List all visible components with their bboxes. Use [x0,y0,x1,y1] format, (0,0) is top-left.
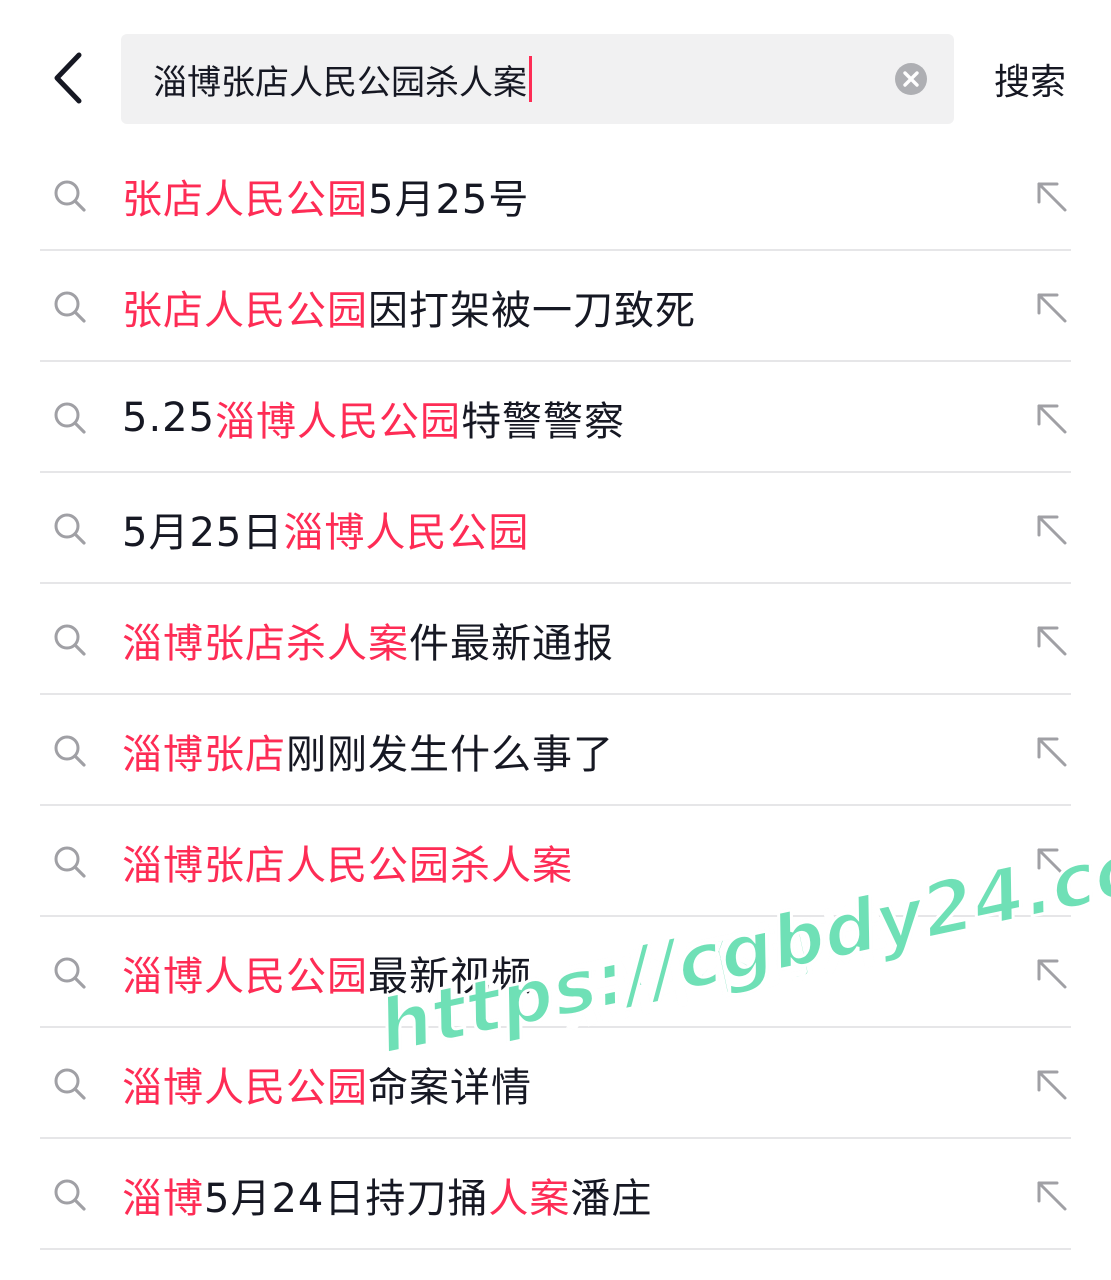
suggestion-item[interactable]: 淄博人民公园 命案详情 [0,1028,1111,1139]
clear-circle-icon[interactable] [894,62,928,96]
suggestion-segment: 件最新通报 [409,620,614,667]
search-icon [54,1068,86,1100]
suggestion-item[interactable]: 淄博张店杀人案 件最新通报 [0,584,1111,695]
suggestion-segment: 命案详情 [368,1064,532,1111]
suggestion-item[interactable]: 5.25 淄博人民公园 特警警察 [0,362,1111,473]
suggestion-segment: 5月25号 [368,176,530,223]
suggestion-item[interactable]: 淄博人民公园 最新视频 [0,917,1111,1028]
fill-query-arrow-icon[interactable] [1031,953,1071,993]
fill-query-arrow-icon[interactable] [1031,620,1071,660]
suggestion-text: 淄博人民公园 最新视频 [122,917,532,1028]
highlighted-match: 淄博人民公园 [283,509,530,556]
suggestion-text: 淄博 5月24日持刀捅 人案 潘庄 [122,1139,652,1250]
search-query: 淄博张店人民公园杀人案 [153,62,527,103]
suggestion-segment: 5月24日持刀捅 [204,1175,489,1222]
search-icon [54,291,86,323]
highlighted-match: 淄博张店杀人案 [122,620,409,667]
back-button[interactable] [40,50,96,106]
suggestion-text: 淄博张店杀人案 件最新通报 [122,584,614,695]
search-icon [54,957,86,989]
suggestion-text: 5月25日 淄博人民公园 [122,473,529,584]
search-box[interactable]: 淄博张店人民公园杀人案 [121,34,954,124]
highlighted-match: 淄博人民公园 [122,1064,368,1111]
suggestion-list: 张店人民公园 5月25号 张店人民公园 因打架被一刀致死 5.25 淄博人民公园 特警警察 5… [0,140,1111,1250]
suggestion-segment: 最新视频 [368,953,532,1000]
suggestion-segment: 刚刚发生什么事了 [286,731,614,778]
text-caret [529,56,532,102]
suggestion-segment: 潘庄 [570,1175,653,1222]
highlighted-match: 张店人民公园 [122,176,368,223]
suggestion-segment: 5.25 [122,394,216,441]
highlighted-match: 张店人民公园 [122,287,368,334]
suggestion-segment: 特警警察 [461,398,626,445]
search-icon [54,402,86,434]
highlighted-match: 淄博人民公园 [122,953,368,1000]
divider [40,1248,1071,1250]
search-icon [54,735,86,767]
search-icon [54,1179,86,1211]
suggestion-text: 淄博张店 刚刚发生什么事了 [122,695,614,806]
highlighted-match: 人案 [488,1175,571,1222]
suggestion-text: 张店人民公园 因打架被一刀致死 [122,251,696,362]
suggestion-item[interactable]: 张店人民公园 因打架被一刀致死 [0,251,1111,362]
highlighted-match: 淄博张店人民公园杀人案 [122,842,573,889]
suggestion-item[interactable]: 淄博张店人民公园杀人案 [0,806,1111,917]
search-header: 淄博张店人民公园杀人案 搜索 [0,0,1111,140]
search-icon [54,180,86,212]
search-icon [54,624,86,656]
search-button[interactable]: 搜索 [994,34,1066,124]
suggestion-text: 淄博张店人民公园杀人案 [122,806,573,917]
search-icon [54,513,86,545]
fill-query-arrow-icon[interactable] [1031,1175,1071,1215]
fill-query-arrow-icon[interactable] [1031,287,1071,327]
fill-query-arrow-icon[interactable] [1031,509,1071,549]
fill-query-arrow-icon[interactable] [1031,1064,1071,1104]
suggestion-text: 张店人民公园 5月25号 [122,140,529,251]
highlighted-match: 淄博 [122,1175,204,1222]
suggestion-segment: 5月25日 [122,509,284,556]
search-input[interactable]: 淄博张店人民公园杀人案 [153,34,532,124]
fill-query-arrow-icon[interactable] [1031,731,1071,771]
search-icon [54,846,86,878]
suggestion-item[interactable]: 张店人民公园 5月25号 [0,140,1111,251]
suggestion-segment: 因打架被一刀致死 [368,287,696,334]
suggestion-text: 5.25 淄博人民公园 特警警察 [122,362,625,473]
highlighted-match: 淄博人民公园 [215,398,462,445]
fill-query-arrow-icon[interactable] [1031,842,1071,882]
fill-query-arrow-icon[interactable] [1031,398,1071,438]
fill-query-arrow-icon[interactable] [1031,176,1071,216]
suggestion-item[interactable]: 淄博张店 刚刚发生什么事了 [0,695,1111,806]
suggestion-item[interactable]: 淄博 5月24日持刀捅 人案 潘庄 [0,1139,1111,1250]
chevron-left-icon [54,52,82,104]
suggestion-item[interactable]: 5月25日 淄博人民公园 [0,473,1111,584]
highlighted-match: 淄博张店 [122,731,286,778]
suggestion-text: 淄博人民公园 命案详情 [122,1028,532,1139]
